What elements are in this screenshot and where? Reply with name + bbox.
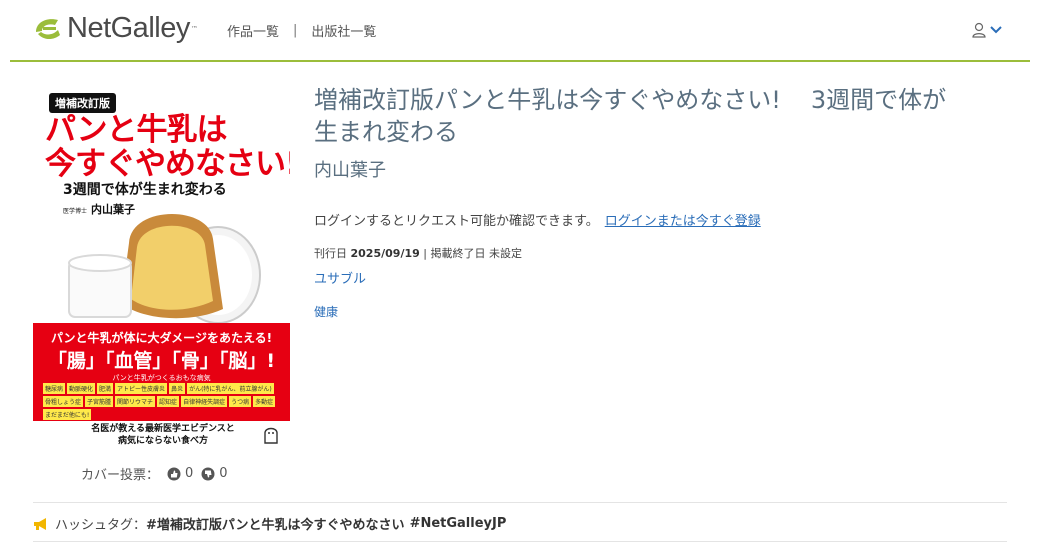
publisher-link[interactable]: ユサブル: [314, 268, 366, 287]
cover-tag: 鼻炎: [169, 383, 186, 394]
logo-text: NetGalley: [67, 12, 190, 44]
cover-bottom-line2: 病気にならない食べ方: [117, 436, 208, 446]
cover-tag: アトピー性皮膚炎: [115, 383, 168, 394]
book-meta: 刊行日 2025/09/19 | 掲載終了日 未設定: [314, 245, 522, 261]
site-header: NetGalley ™ 作品一覧 | 出版社一覧: [0, 0, 1040, 62]
thumbs-up-icon: [167, 467, 181, 480]
nav-separator: |: [293, 23, 298, 38]
publisher-mascot-icon: [264, 427, 278, 444]
header-divider: [10, 60, 1030, 62]
cover-band-line3: パンと牛乳がつくるおもな病気: [112, 374, 211, 382]
vote-down-button[interactable]: 0: [201, 466, 228, 481]
netgalley-logo-icon: [36, 18, 60, 39]
cover-tag: 糖尿病: [43, 383, 66, 394]
nav-publishers-link[interactable]: 出版社一覧: [311, 21, 376, 40]
cover-tag: うつ病: [229, 396, 252, 407]
cover-tag: 動脈硬化: [67, 383, 96, 394]
hashtag-title: #増補改訂版パンと牛乳は今すぐやめなさい: [146, 518, 405, 533]
cover-tag: 子宮筋腫: [85, 396, 114, 407]
cover-tag: がん(特に乳がん、前立腺がん): [187, 383, 274, 394]
nav-titles-link[interactable]: 作品一覧: [227, 21, 279, 40]
book-title-main: 増補改訂版パンと牛乳は今すぐやめなさい!: [314, 86, 781, 114]
cover-subtitle: 3週間で体が生まれ変わる: [63, 182, 227, 198]
archive-date-value: 未設定: [488, 247, 522, 260]
cover-tag: 認知症: [157, 396, 180, 407]
pub-date-value: 2025/09/19: [350, 247, 420, 260]
cover-title-line1: パンと牛乳は: [45, 112, 228, 148]
thumbs-down-icon: [201, 467, 215, 480]
cover-tag: 自律神経失調症: [181, 396, 228, 407]
cover-tag: まだまだ他にも!: [43, 409, 92, 420]
cover-bottom-text: 名医が教える最新医学エビデンスと 病気にならない食べ方: [73, 423, 253, 447]
cover-band-line1: パンと牛乳が体に大ダメージをあたえる!: [50, 331, 273, 345]
cover-tag: 骨粗しょう症: [43, 396, 84, 407]
hashtag-row: ハッシュタグ： #増補改訂版パンと牛乳は今すぐやめなさい #NetGalleyJP: [33, 514, 506, 533]
vote-up-count: 0: [185, 466, 194, 481]
vote-down-count: 0: [219, 466, 228, 481]
cover-tag: 関節リウマチ: [115, 396, 156, 407]
logo-trademark: ™: [190, 24, 198, 33]
cover-bottom-line1: 名医が教える最新医学エビデンスと: [91, 424, 235, 434]
chevron-down-icon: [990, 26, 1002, 34]
main-nav: 作品一覧 | 出版社一覧: [227, 21, 376, 40]
meta-separator: |: [423, 247, 427, 260]
login-register-link[interactable]: ログインまたは今すぐ登録: [605, 214, 761, 229]
user-icon: [972, 22, 986, 38]
cover-votes: カバー投票： 0 0: [81, 464, 228, 483]
cover-tag: 肥満: [97, 383, 114, 394]
hashtag-divider-top: [33, 502, 1007, 503]
cover-tag: 多動症: [253, 396, 276, 407]
cover-votes-label: カバー投票：: [81, 468, 160, 483]
bread-and-milk-illustration: [68, 213, 261, 323]
cover-badge: 増補改訂版: [49, 93, 116, 113]
login-note: ログインするとリクエスト可能か確認できます。 ログインまたは今すぐ登録: [314, 210, 761, 229]
archive-date-label: 掲載終了日: [430, 247, 486, 260]
login-note-text: ログインするとリクエスト可能か確認できます。: [314, 214, 599, 229]
pub-date-label: 刊行日: [314, 247, 347, 260]
megaphone-icon: [34, 517, 46, 530]
cover-band-line2: 「腸」「血管」「骨」「脳」!: [47, 350, 276, 372]
netgalley-logo[interactable]: NetGalley ™: [33, 12, 198, 45]
book-cover-image[interactable]: 増補改訂版 パンと牛乳は 今すぐやめなさい! 3週間で体が生まれ変わる 医学博士…: [33, 83, 290, 451]
hashtag-label: ハッシュタグ：: [55, 518, 147, 533]
cover-title: パンと牛乳は 今すぐやめなさい!: [45, 113, 290, 181]
book-author: 内山葉子: [314, 160, 386, 181]
book-title: 増補改訂版パンと牛乳は今すぐやめなさい! 3週間で体が生まれ変わる: [314, 84, 954, 148]
category-link[interactable]: 健康: [314, 303, 338, 320]
hashtag-netgalley: #NetGalleyJP: [409, 516, 507, 531]
vote-up-button[interactable]: 0: [167, 466, 193, 481]
cover-disease-tags: 糖尿病 動脈硬化 肥満 アトピー性皮膚炎 鼻炎 がん(特に乳がん、前立腺がん) …: [43, 383, 280, 420]
user-menu-button[interactable]: [972, 22, 1003, 38]
hashtag-divider-bottom: [33, 541, 1007, 542]
cover-title-line2: 今すぐやめなさい!: [45, 146, 290, 182]
cover-red-band: パンと牛乳が体に大ダメージをあたえる! 「腸」「血管」「骨」「脳」! パンと牛乳…: [33, 323, 290, 421]
